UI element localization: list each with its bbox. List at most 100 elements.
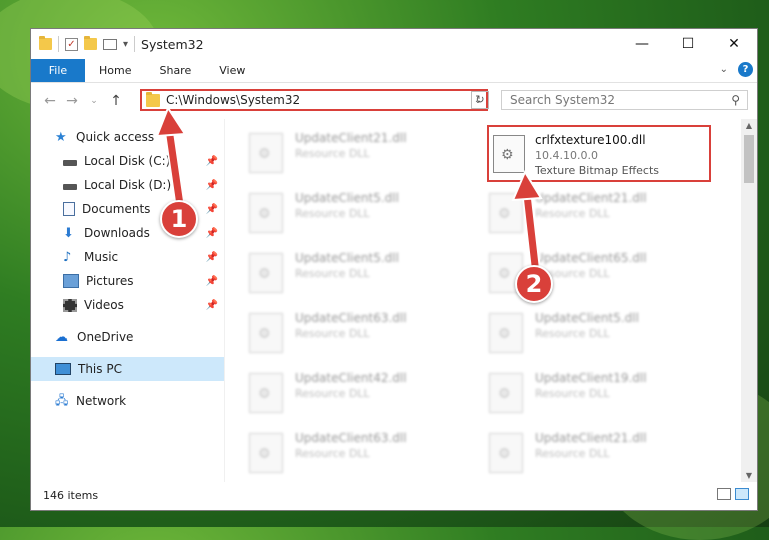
- view-toggle: [717, 488, 749, 500]
- address-path[interactable]: C:\Windows\System32: [166, 93, 470, 107]
- quick-access-toolbar: ✓ ▾: [31, 36, 136, 52]
- highlighted-file-item[interactable]: crlfxtexture100.dll 10.4.10.0.0 Texture …: [487, 125, 711, 182]
- search-icon[interactable]: ⚲: [731, 93, 740, 107]
- details-view-icon[interactable]: [717, 488, 731, 500]
- window-title: System32: [141, 36, 204, 52]
- new-folder-icon[interactable]: [84, 36, 97, 50]
- title-bar: ✓ ▾ System32 — ☐ ✕: [31, 29, 757, 59]
- sidebar-item-label: Network: [76, 394, 127, 408]
- file-name: UpdateClient65.dll: [535, 251, 647, 265]
- scroll-up-arrow-icon[interactable]: ▲: [741, 121, 757, 130]
- help-icon[interactable]: ?: [738, 62, 753, 77]
- list-item[interactable]: UpdateClient63.dll Resource DLL: [249, 427, 479, 477]
- list-item[interactable]: UpdateClient5.dll Resource DLL: [489, 307, 719, 357]
- tab-view[interactable]: View: [205, 59, 259, 82]
- address-bar[interactable]: C:\Windows\System32 ⌄: [140, 89, 488, 111]
- pin-icon[interactable]: 📌: [206, 228, 218, 239]
- dll-file-icon: [249, 373, 283, 413]
- sidebar-item-quick-access[interactable]: ★ Quick access: [31, 125, 224, 149]
- ribbon-tabs: File Home Share View ⌄ ?: [31, 59, 757, 83]
- sidebar-item-network[interactable]: 🖧 Network: [31, 389, 224, 413]
- step-badge-1: 1: [160, 200, 198, 238]
- back-arrow-icon[interactable]: ←: [39, 93, 61, 109]
- pin-icon[interactable]: 📌: [206, 204, 218, 215]
- dll-file-icon: [249, 313, 283, 353]
- properties-check-icon[interactable]: ✓: [65, 37, 78, 51]
- list-item[interactable]: UpdateClient5.dll Resource DLL: [249, 247, 479, 297]
- file-name: UpdateClient21.dll: [535, 191, 647, 205]
- list-item[interactable]: UpdateClient42.dll Resource DLL: [249, 367, 479, 417]
- status-bar: 146 items: [31, 480, 757, 510]
- sidebar-item-label: Local Disk (C:): [84, 154, 171, 168]
- file-description: Resource DLL: [535, 207, 610, 220]
- list-item[interactable]: UpdateClient21.dll Resource DLL: [489, 187, 719, 237]
- list-item[interactable]: UpdateClient5.dll Resource DLL: [249, 187, 479, 237]
- folder-icon: [39, 36, 52, 50]
- file-description: Resource DLL: [295, 147, 370, 160]
- list-item[interactable]: UpdateClient63.dll Resource DLL: [249, 307, 479, 357]
- sidebar-item-music[interactable]: ♪ Music 📌: [31, 245, 224, 269]
- main-content: ★ Quick access Local Disk (C:) 📌 Local D…: [31, 119, 757, 482]
- scroll-down-arrow-icon[interactable]: ▼: [741, 471, 757, 480]
- music-note-icon: ♪: [63, 249, 72, 265]
- view-options-icon[interactable]: [103, 38, 117, 50]
- file-name: UpdateClient5.dll: [535, 311, 639, 325]
- scrollbar-thumb[interactable]: [744, 135, 754, 183]
- vertical-scrollbar[interactable]: ▲ ▼: [741, 119, 757, 482]
- close-button[interactable]: ✕: [711, 29, 757, 59]
- forward-arrow-icon[interactable]: →: [61, 93, 83, 109]
- tab-home[interactable]: Home: [85, 59, 145, 82]
- tab-file[interactable]: File: [31, 59, 85, 82]
- computer-icon: [55, 363, 71, 375]
- list-item[interactable]: UpdateClient19.dll Resource DLL: [489, 367, 719, 417]
- file-list[interactable]: UpdateClient21.dll Resource DLL UpdateCl…: [225, 119, 757, 482]
- film-strip-icon: [63, 298, 77, 312]
- pin-icon[interactable]: 📌: [206, 180, 218, 191]
- list-item[interactable]: UpdateClient21.dll Resource DLL: [249, 127, 479, 177]
- dll-file-icon: [489, 193, 523, 233]
- sidebar-item-local-disk-d[interactable]: Local Disk (D:) 📌: [31, 173, 224, 197]
- dll-file-icon: [489, 433, 523, 473]
- sidebar-item-label: This PC: [78, 362, 122, 376]
- recent-locations-icon[interactable]: ⌄: [83, 96, 105, 106]
- sidebar-item-this-pc[interactable]: This PC: [31, 357, 224, 381]
- sidebar-item-pictures[interactable]: Pictures 📌: [31, 269, 224, 293]
- sidebar-item-onedrive[interactable]: ☁ OneDrive: [31, 325, 224, 349]
- pin-icon[interactable]: 📌: [206, 252, 218, 263]
- pin-icon[interactable]: 📌: [206, 276, 218, 287]
- file-name: UpdateClient63.dll: [295, 311, 407, 325]
- sidebar-item-label: Pictures: [86, 274, 134, 288]
- list-item[interactable]: UpdateClient21.dll Resource DLL: [489, 427, 719, 477]
- search-input[interactable]: Search System32 ⚲: [501, 90, 748, 110]
- file-name: UpdateClient19.dll: [535, 371, 647, 385]
- pin-icon[interactable]: 📌: [206, 300, 218, 311]
- file-name: UpdateClient21.dll: [535, 431, 647, 445]
- file-description: Resource DLL: [535, 447, 610, 460]
- drive-icon: [63, 184, 77, 190]
- expand-ribbon-icon[interactable]: ⌄: [720, 64, 728, 75]
- refresh-icon[interactable]: ↻: [471, 91, 489, 109]
- download-arrow-icon: ⬇: [63, 225, 74, 241]
- file-description: Texture Bitmap Effects: [535, 164, 660, 177]
- dll-file-icon: [493, 135, 525, 173]
- customize-dropdown-icon[interactable]: ▾: [123, 39, 128, 50]
- window-controls: — ☐ ✕: [619, 29, 757, 59]
- sidebar-item-local-disk-c[interactable]: Local Disk (C:) 📌: [31, 149, 224, 173]
- sidebar-item-videos[interactable]: Videos 📌: [31, 293, 224, 317]
- up-arrow-icon[interactable]: ↑: [105, 93, 127, 109]
- minimize-button[interactable]: —: [619, 29, 665, 59]
- tab-share[interactable]: Share: [145, 59, 205, 82]
- navigation-pane[interactable]: ★ Quick access Local Disk (C:) 📌 Local D…: [31, 119, 224, 482]
- folder-icon: [146, 91, 160, 107]
- sidebar-item-label: Music: [84, 250, 119, 264]
- file-name: UpdateClient5.dll: [295, 251, 399, 265]
- dll-file-icon: [249, 253, 283, 293]
- toolbar-divider: [134, 36, 136, 52]
- pin-icon[interactable]: 📌: [206, 156, 218, 167]
- item-count: 146 items: [43, 488, 99, 502]
- large-icons-view-icon[interactable]: [735, 488, 749, 500]
- maximize-button[interactable]: ☐: [665, 29, 711, 59]
- file-description: Resource DLL: [535, 327, 610, 340]
- file-description: Resource DLL: [295, 447, 370, 460]
